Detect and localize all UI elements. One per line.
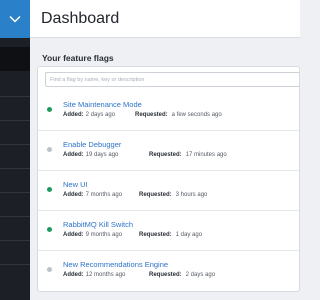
flag-meta: Added: 19 days ago Requested: 17 minutes ag… — [63, 152, 227, 158]
sidebar-divider — [0, 192, 30, 193]
search-box — [45, 72, 299, 87]
flag-name-link[interactable]: Enable Debugger — [63, 140, 121, 149]
flag-name-link[interactable]: New Recommendations Engine — [63, 260, 168, 269]
flag-row[interactable]: RabbitMQ Kill Switch Added: 9 months ago Re… — [38, 211, 299, 251]
flag-row[interactable]: Enable Debugger Added: 19 days ago Requeste… — [38, 131, 299, 171]
feature-flags-card: Site Maintenance ModeAdded:2 days agoReq… — [37, 66, 300, 292]
added-value: 9 months ago — [85, 232, 123, 238]
top-header: Dashboard — [30, 0, 300, 38]
sidebar — [0, 0, 30, 300]
added-label: Added: — [63, 232, 84, 238]
added-value: 7 months ago — [85, 192, 123, 198]
requested-label: Requested: — [149, 272, 182, 278]
page-title: Dashboard — [41, 10, 120, 27]
status-dot-icon — [47, 227, 52, 232]
flag-list: Site Maintenance Mode Added: 2 days ago Req… — [38, 91, 299, 291]
flag-search-input[interactable] — [46, 73, 299, 86]
status-dot-icon — [47, 267, 52, 272]
flag-meta: Added: 2 days ago Requested: a few seconds … — [63, 112, 222, 118]
sidebar-toggle-button[interactable] — [0, 0, 30, 38]
requested-group: Requested: 1 day ago — [139, 232, 202, 238]
requested-label: Requested: — [149, 152, 182, 158]
requested-value: 2 days ago — [185, 272, 216, 278]
flag-row[interactable]: New UI Added: 7 months ago Requested: 3 hour… — [38, 171, 299, 211]
flag-meta: Added: 7 months ago Requested: 3 hours ago — [63, 192, 207, 198]
sidebar-divider — [0, 96, 30, 97]
flag-name-link[interactable]: RabbitMQ Kill Switch — [63, 220, 133, 229]
added-label: Added: — [63, 112, 84, 118]
sidebar-divider — [0, 120, 30, 121]
sidebar-item-active[interactable] — [0, 47, 30, 71]
sidebar-divider — [0, 168, 30, 169]
requested-label: Requested: — [135, 112, 168, 118]
status-dot-icon — [47, 147, 52, 152]
added-value: 2 days ago — [85, 112, 116, 118]
sidebar-divider — [0, 264, 30, 265]
flag-meta: Added: 9 months ago Requested: 1 day ago — [63, 232, 202, 238]
requested-group: Requested: 3 hours ago — [139, 192, 207, 198]
sidebar-divider — [0, 240, 30, 241]
status-dot-icon — [47, 187, 52, 192]
requested-value: 3 hours ago — [175, 192, 208, 198]
chevron-down-icon — [9, 15, 21, 23]
section-title: Your feature flags — [42, 53, 114, 63]
sidebar-divider — [0, 216, 30, 217]
sidebar-divider — [0, 144, 30, 145]
requested-group: Requested: 2 days ago — [149, 272, 215, 278]
requested-group: Requested: 17 minutes ago — [149, 152, 227, 158]
added-label: Added: — [63, 272, 84, 278]
flag-row[interactable]: New Recommendations Engine Added: 12 month… — [38, 251, 299, 291]
added-label: Added: — [63, 192, 84, 198]
requested-value: 17 minutes ago — [185, 152, 227, 158]
flag-row[interactable]: Site Maintenance Mode Added: 2 days ago Req… — [38, 91, 299, 131]
requested-group: Requested: a few seconds ago — [135, 112, 222, 118]
added-value: 12 months ago — [85, 272, 126, 278]
flag-meta: Added: 12 months ago Requested: 2 days ago — [63, 272, 215, 278]
requested-value: a few seconds ago — [171, 112, 222, 118]
flag-name-link[interactable]: Site Maintenance Mode — [63, 100, 142, 109]
flag-name-link[interactable]: New UI — [63, 180, 88, 189]
requested-value: 1 day ago — [175, 232, 203, 238]
status-dot-icon — [47, 107, 52, 112]
requested-label: Requested: — [139, 232, 172, 238]
added-value: 19 days ago — [85, 152, 119, 158]
added-label: Added: — [63, 152, 84, 158]
requested-label: Requested: — [139, 192, 172, 198]
